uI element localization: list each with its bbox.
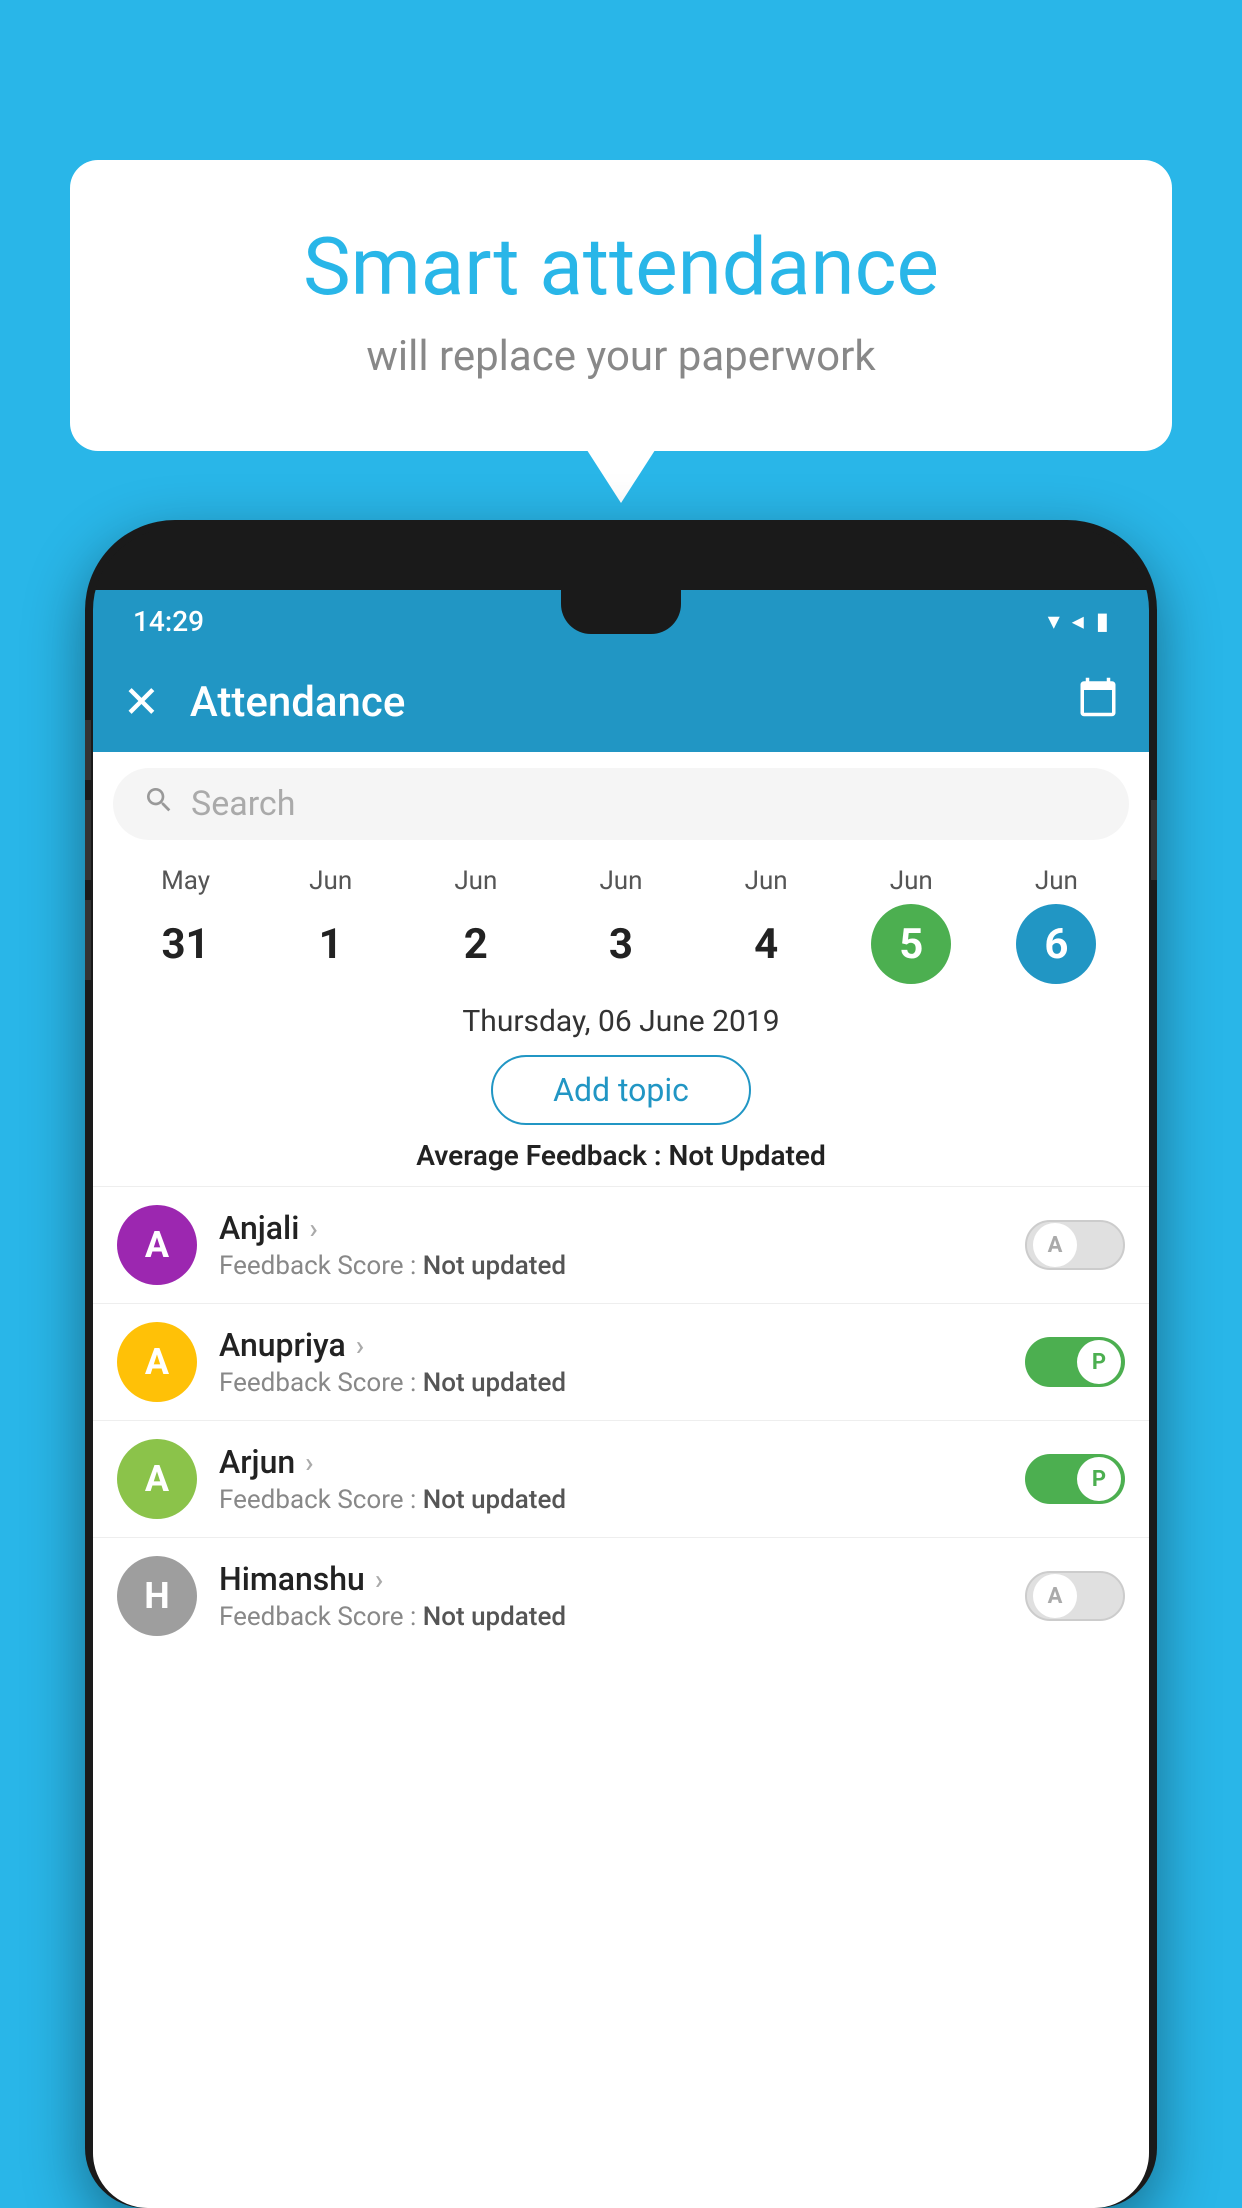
toggle-thumb: P [1077, 1340, 1121, 1384]
add-topic-container: Add topic [93, 1045, 1149, 1139]
attendance-toggle[interactable]: A [1025, 1571, 1125, 1621]
status-bar: 14:29 ▾ ◂ ▮ [93, 590, 1149, 652]
student-name: Anjali › [219, 1209, 1003, 1247]
student-avatar: H [117, 1556, 197, 1636]
student-info: Anjali › Feedback Score : Not updated [219, 1209, 1003, 1281]
calendar-date[interactable]: 4 [726, 904, 806, 984]
student-feedback: Feedback Score : Not updated [219, 1485, 1003, 1515]
wifi-icon: ▾ [1048, 607, 1060, 635]
selected-date-label: Thursday, 06 June 2019 [93, 994, 1149, 1045]
status-time: 14:29 [133, 605, 204, 638]
add-topic-button[interactable]: Add topic [491, 1055, 751, 1125]
calendar-date[interactable]: 6 [1016, 904, 1096, 984]
notch [561, 590, 681, 634]
calendar-month: Jun [309, 866, 352, 896]
calendar-day[interactable]: Jun 1 [291, 866, 371, 984]
student-name: Himanshu › [219, 1560, 1003, 1598]
student-info: Arjun › Feedback Score : Not updated [219, 1443, 1003, 1515]
battery-icon: ▮ [1096, 607, 1109, 635]
avg-feedback-value: Not Updated [669, 1139, 826, 1172]
attendance-toggle[interactable]: P [1025, 1337, 1125, 1387]
toggle-thumb: P [1077, 1457, 1121, 1501]
chevron-icon: › [309, 1212, 317, 1245]
student-item[interactable]: A Anupriya › Feedback Score : Not updated P [93, 1303, 1149, 1420]
student-name: Anupriya › [219, 1326, 1003, 1364]
calendar-day[interactable]: Jun 5 [871, 866, 951, 984]
bubble-subtitle: will replace your paperwork [150, 332, 1092, 381]
calendar-month: Jun [454, 866, 497, 896]
toggle-thumb: A [1033, 1223, 1077, 1267]
side-button-left-2 [85, 800, 91, 880]
close-button[interactable]: ✕ [123, 676, 160, 728]
chevron-icon: › [356, 1329, 364, 1362]
search-placeholder: Search [191, 784, 295, 824]
calendar-month: Jun [745, 866, 788, 896]
attendance-toggle[interactable]: A [1025, 1220, 1125, 1270]
side-button-left-3 [85, 900, 91, 980]
attendance-toggle[interactable]: P [1025, 1454, 1125, 1504]
calendar-day[interactable]: Jun 2 [436, 866, 516, 984]
student-feedback: Feedback Score : Not updated [219, 1602, 1003, 1632]
calendar-day[interactable]: Jun 6 [1016, 866, 1096, 984]
calendar-month: May [161, 866, 210, 896]
chevron-icon: › [305, 1446, 313, 1479]
student-info: Anupriya › Feedback Score : Not updated [219, 1326, 1003, 1398]
calendar-month: Jun [1035, 866, 1078, 896]
student-feedback: Feedback Score : Not updated [219, 1368, 1003, 1398]
student-list: AAnjali ›Feedback Score : Not updatedAAA… [93, 1186, 1149, 2208]
phone-frame: 14:29 ▾ ◂ ▮ ✕ Attendance [85, 520, 1157, 2208]
search-bar[interactable]: Search [113, 768, 1129, 840]
student-avatar: A [117, 1205, 197, 1285]
student-info: Himanshu › Feedback Score : Not updated [219, 1560, 1003, 1632]
signal-icon: ◂ [1072, 607, 1084, 635]
student-feedback: Feedback Score : Not updated [219, 1251, 1003, 1281]
chevron-icon: › [375, 1563, 383, 1596]
toggle-thumb: A [1033, 1574, 1077, 1618]
app-bar-title: Attendance [190, 678, 1047, 727]
calendar-date[interactable]: 31 [146, 904, 226, 984]
bubble-title: Smart attendance [150, 220, 1092, 314]
calendar-date[interactable]: 1 [291, 904, 371, 984]
calendar-day[interactable]: May 31 [146, 866, 226, 984]
student-name: Arjun › [219, 1443, 1003, 1481]
calendar-month: Jun [599, 866, 642, 896]
avg-feedback: Average Feedback : Not Updated [93, 1139, 1149, 1186]
student-avatar: A [117, 1439, 197, 1519]
calendar-date[interactable]: 2 [436, 904, 516, 984]
calendar-date[interactable]: 3 [581, 904, 661, 984]
calendar-icon[interactable] [1077, 676, 1119, 728]
calendar-day[interactable]: Jun 3 [581, 866, 661, 984]
student-item[interactable]: A Anjali › Feedback Score : Not updated A [93, 1186, 1149, 1303]
phone-screen: 14:29 ▾ ◂ ▮ ✕ Attendance [93, 590, 1149, 2208]
calendar-date[interactable]: 5 [871, 904, 951, 984]
student-avatar: A [117, 1322, 197, 1402]
status-icons: ▾ ◂ ▮ [1048, 607, 1109, 635]
calendar-strip: May 31 Jun 1 Jun 2 Jun 3 Jun 4 Jun 5 Jun 6 [93, 856, 1149, 994]
side-button-right [1151, 800, 1157, 880]
calendar-month: Jun [890, 866, 933, 896]
phone-inner: 14:29 ▾ ◂ ▮ ✕ Attendance [93, 528, 1149, 2208]
screen-content: Search May 31 Jun 1 Jun 2 Jun 3 Jun 4 Jun 5 Jun 6 Thu… [93, 752, 1149, 2208]
app-bar: ✕ Attendance [93, 652, 1149, 752]
search-icon [143, 784, 175, 824]
calendar-day[interactable]: Jun 4 [726, 866, 806, 984]
student-item[interactable]: A Arjun › Feedback Score : Not updated P [93, 1420, 1149, 1537]
speech-bubble-container: Smart attendance will replace your paper… [70, 160, 1172, 451]
student-item[interactable]: H Himanshu › Feedback Score : Not updated A [93, 1537, 1149, 1654]
speech-bubble: Smart attendance will replace your paper… [70, 160, 1172, 451]
side-button-left-1 [85, 720, 91, 780]
avg-feedback-label: Average Feedback : [416, 1139, 668, 1172]
